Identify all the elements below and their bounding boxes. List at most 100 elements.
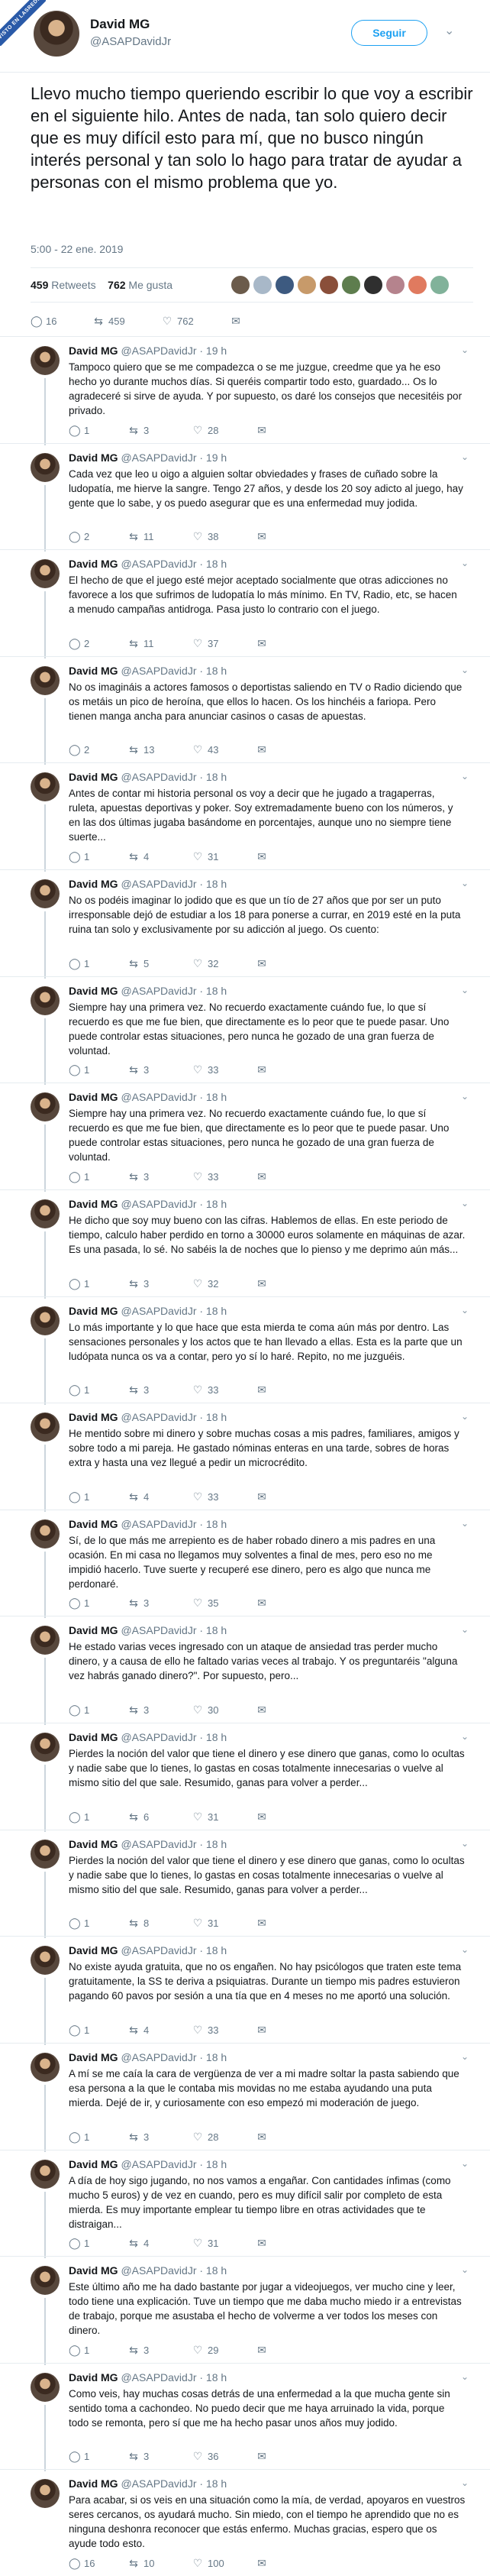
reply-tweet[interactable]: David MG @ASAPDavidJr · 18 h ⌄ Lo más impo…	[0, 1296, 490, 1406]
like-action[interactable]: ♡ 30	[192, 1704, 219, 1717]
reply-tweet[interactable]: David MG @ASAPDavidJr · 18 h ⌄ Siempre hay…	[0, 1083, 490, 1192]
reply-tweet[interactable]: David MG @ASAPDavidJr · 18 h ⌄ Antes de co…	[0, 762, 490, 872]
like-action[interactable]: ♡ 33	[192, 1383, 219, 1396]
author-name[interactable]: David MG	[69, 1624, 118, 1636]
retweet-action[interactable]: ⇆ 11	[128, 637, 153, 650]
avatar[interactable]	[31, 2266, 60, 2296]
author-meta[interactable]: @ASAPDavidJr · 18 h	[121, 1731, 227, 1743]
retweet-action[interactable]: ⇆ 3	[128, 2344, 149, 2357]
avatar[interactable]	[31, 559, 60, 589]
author-name[interactable]: David MG	[69, 1198, 118, 1210]
chevron-down-icon[interactable]: ⌄	[461, 2051, 469, 2062]
author-meta[interactable]: @ASAPDavidJr · 18 h	[121, 1091, 227, 1103]
reply-tweet[interactable]: David MG @ASAPDavidJr · 18 h ⌄ Siempre hay…	[0, 976, 490, 1086]
message-action[interactable]: ✉	[256, 2237, 272, 2250]
author-handle[interactable]: @ASAPDavidJr	[90, 35, 171, 48]
retweet-action[interactable]: ⇆ 3	[128, 1170, 149, 1183]
liker-avatar[interactable]	[363, 275, 383, 295]
liker-avatar[interactable]	[297, 275, 317, 295]
like-action[interactable]: ♡ 38	[192, 530, 219, 543]
message-action[interactable]: ✉	[256, 1277, 272, 1290]
avatar[interactable]	[31, 346, 60, 375]
like-action[interactable]: ♡ 31	[192, 1917, 219, 1930]
chevron-down-icon[interactable]: ⌄	[461, 1198, 469, 1209]
message-action[interactable]: ✉	[256, 530, 272, 543]
like-action[interactable]: ♡ 32	[192, 1277, 219, 1290]
author-name[interactable]: David MG	[69, 451, 118, 464]
reply-action[interactable]: ◯ 1	[69, 1811, 89, 1824]
like-action[interactable]: ♡ 33	[192, 2024, 219, 2037]
chevron-down-icon[interactable]: ⌄	[461, 985, 469, 995]
liker-avatar[interactable]	[275, 275, 295, 295]
reply-action[interactable]: ◯ 16	[31, 315, 56, 328]
reply-tweet[interactable]: David MG @ASAPDavidJr · 18 h ⌄ Pierdes la …	[0, 1829, 490, 1939]
retweet-action[interactable]: ⇆ 6	[128, 1811, 149, 1824]
author-meta[interactable]: @ASAPDavidJr · 18 h	[121, 665, 227, 677]
reply-action[interactable]: ◯ 1	[69, 1704, 89, 1717]
author-meta[interactable]: @ASAPDavidJr · 18 h	[121, 878, 227, 890]
retweet-action[interactable]: ⇆ 11	[128, 530, 153, 543]
author-name[interactable]: David MG	[69, 1411, 118, 1423]
follow-button[interactable]: Seguir	[351, 20, 427, 46]
reply-action[interactable]: ◯ 2	[69, 743, 89, 756]
author-meta[interactable]: @ASAPDavidJr · 18 h	[121, 1411, 227, 1423]
reply-action[interactable]: ◯ 1	[69, 1170, 89, 1183]
reply-tweet[interactable]: David MG @ASAPDavidJr · 18 h ⌄ A mí se me …	[0, 2042, 490, 2152]
like-action[interactable]: ♡ 29	[192, 2344, 219, 2357]
like-action[interactable]: ♡ 31	[192, 850, 219, 863]
like-action[interactable]: ♡ 35	[192, 1597, 219, 1610]
author-name[interactable]: David MG	[69, 1305, 118, 1317]
chevron-down-icon[interactable]: ⌄	[461, 665, 469, 675]
reply-tweet[interactable]: David MG @ASAPDavidJr · 18 h ⌄ No os imagi…	[0, 655, 490, 765]
author-name[interactable]: David MG	[69, 1091, 118, 1103]
message-action[interactable]: ✉	[256, 424, 272, 437]
like-action[interactable]: ♡ 28	[192, 424, 219, 437]
author-meta[interactable]: @ASAPDavidJr · 18 h	[121, 2477, 227, 2490]
reply-action[interactable]: ◯ 1	[69, 850, 89, 863]
chevron-down-icon[interactable]: ⌄	[461, 2371, 469, 2382]
retweet-action[interactable]: ⇆ 3	[128, 1383, 149, 1396]
retweet-action[interactable]: ⇆ 4	[128, 2237, 149, 2250]
message-action[interactable]: ✉	[256, 2024, 272, 2037]
reply-action[interactable]: ◯ 1	[69, 2344, 89, 2357]
retweet-action[interactable]: ⇆ 3	[128, 1704, 149, 1717]
author-name[interactable]: David MG	[69, 1731, 118, 1743]
avatar[interactable]	[31, 1839, 60, 1869]
reply-tweet[interactable]: David MG @ASAPDavidJr · 18 h ⌄ Como veis, …	[0, 2362, 490, 2472]
message-action[interactable]: ✉	[256, 2557, 272, 2570]
like-action[interactable]: ♡ 762	[162, 315, 194, 328]
message-action[interactable]: ✉	[256, 2344, 272, 2357]
chevron-down-icon[interactable]: ⌄	[461, 1624, 469, 1635]
liker-avatar[interactable]	[408, 275, 427, 295]
author-name[interactable]: David MG	[69, 345, 118, 357]
reply-action[interactable]: ◯ 1	[69, 1917, 89, 1930]
message-action[interactable]: ✉	[256, 1063, 272, 1076]
reply-tweet[interactable]: David MG @ASAPDavidJr · 19 h ⌄ Tampoco qui…	[0, 336, 490, 445]
retweet-action[interactable]: ⇆ 3	[128, 2450, 149, 2463]
likes-label[interactable]: Me gusta	[128, 279, 172, 291]
avatar[interactable]	[31, 2372, 60, 2402]
retweet-action[interactable]: ⇆ 4	[128, 1490, 149, 1503]
reply-action[interactable]: ◯ 1	[69, 1490, 89, 1503]
reply-tweet[interactable]: David MG @ASAPDavidJr · 18 h ⌄ Este último…	[0, 2256, 490, 2365]
retweet-action[interactable]: ⇆ 459	[93, 315, 125, 328]
reply-action[interactable]: ◯ 16	[69, 2557, 95, 2570]
liker-avatar[interactable]	[385, 275, 405, 295]
author-meta[interactable]: @ASAPDavidJr · 18 h	[121, 1198, 227, 1210]
author-meta[interactable]: @ASAPDavidJr · 18 h	[121, 1944, 227, 1956]
like-action[interactable]: ♡ 33	[192, 1170, 219, 1183]
reply-action[interactable]: ◯ 1	[69, 2237, 89, 2250]
avatar[interactable]	[31, 1733, 60, 1762]
avatar[interactable]	[31, 772, 60, 802]
author-meta[interactable]: @ASAPDavidJr · 18 h	[121, 2264, 227, 2277]
reply-tweet[interactable]: David MG @ASAPDavidJr · 18 h ⌄ He mentido …	[0, 1403, 490, 1512]
retweet-action[interactable]: ⇆ 3	[128, 424, 149, 437]
author-meta[interactable]: @ASAPDavidJr · 18 h	[121, 1838, 227, 1850]
like-action[interactable]: ♡ 31	[192, 2237, 219, 2250]
author-name[interactable]: David MG	[69, 2371, 118, 2383]
reply-action[interactable]: ◯ 1	[69, 1063, 89, 1076]
reply-action[interactable]: ◯ 2	[69, 637, 89, 650]
author-name[interactable]: David MG	[69, 665, 118, 677]
like-action[interactable]: ♡ 28	[192, 2131, 219, 2144]
author-meta[interactable]: @ASAPDavidJr · 18 h	[121, 558, 227, 570]
